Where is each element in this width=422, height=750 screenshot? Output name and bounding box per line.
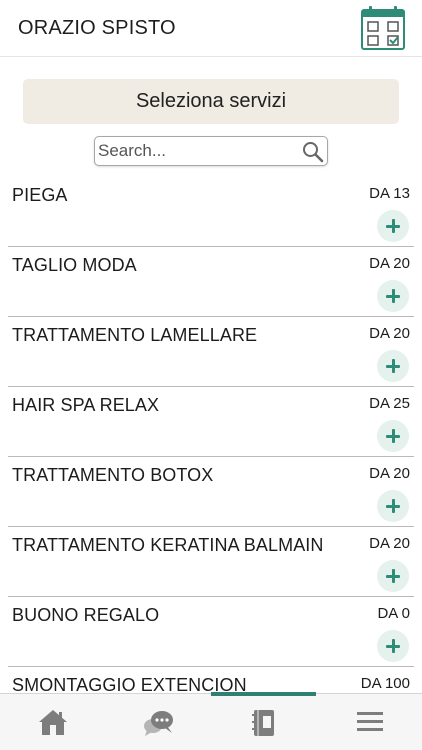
calendar-check-icon	[361, 6, 405, 50]
add-service-button[interactable]	[377, 350, 409, 382]
service-price: DA 20	[369, 535, 410, 552]
service-row[interactable]: HAIR SPA RELAX DA 25	[0, 387, 422, 457]
service-row[interactable]: SMONTAGGIO EXTENCION DA 100	[0, 667, 422, 693]
tab-bookings[interactable]	[211, 694, 316, 750]
add-service-button[interactable]	[377, 420, 409, 452]
service-row[interactable]: PIEGA DA 13	[0, 177, 422, 247]
service-name: TRATTAMENTO BOTOX	[12, 465, 214, 485]
bottom-tab-bar	[0, 692, 422, 750]
app-header: ORAZIO SPISTO	[0, 0, 422, 57]
service-name: PIEGA	[12, 185, 68, 205]
tab-home[interactable]	[0, 694, 105, 750]
add-service-button[interactable]	[377, 280, 409, 312]
service-price: DA 20	[369, 255, 410, 272]
service-row[interactable]: BUONO REGALO DA 0	[0, 597, 422, 667]
service-price: DA 0	[377, 605, 410, 622]
service-name: BUONO REGALO	[12, 605, 160, 625]
page-title: ORAZIO SPISTO	[18, 17, 176, 39]
add-service-button[interactable]	[377, 210, 409, 242]
select-services-button[interactable]: Seleziona servizi	[23, 79, 399, 124]
service-name: TRATTAMENTO LAMELLARE	[12, 325, 258, 345]
service-name: TRATTAMENTO KERATINA BALMAIN	[12, 535, 324, 555]
service-row[interactable]: TRATTAMENTO KERATINA BALMAIN DA 20	[0, 527, 422, 597]
tab-chat[interactable]	[105, 694, 210, 750]
service-name: SMONTAGGIO EXTENCION	[12, 675, 247, 693]
booking-book-icon	[252, 710, 274, 736]
add-service-button[interactable]	[377, 560, 409, 592]
add-service-button[interactable]	[377, 490, 409, 522]
service-name: TAGLIO MODA	[12, 255, 137, 275]
search-box[interactable]	[94, 136, 328, 166]
service-price: DA 25	[369, 395, 410, 412]
home-icon	[39, 710, 67, 735]
tab-menu[interactable]	[317, 694, 422, 750]
service-price: DA 20	[369, 325, 410, 342]
search-input[interactable]	[98, 139, 298, 163]
service-row[interactable]: TRATTAMENTO BOTOX DA 20	[0, 457, 422, 527]
service-name: HAIR SPA RELAX	[12, 395, 160, 415]
service-row[interactable]: TRATTAMENTO LAMELLARE DA 20	[0, 317, 422, 387]
service-price: DA 20	[369, 465, 410, 482]
main-content[interactable]: Seleziona servizi PIEGA DA 13 TAGLIO MOD…	[0, 57, 422, 693]
service-price: DA 13	[369, 185, 410, 202]
service-list: PIEGA DA 13 TAGLIO MODA DA 20 TRATTAMENT…	[0, 177, 422, 693]
add-service-button[interactable]	[377, 630, 409, 662]
service-row[interactable]: TAGLIO MODA DA 20	[0, 247, 422, 317]
search-icon[interactable]	[302, 141, 324, 163]
calendar-button[interactable]	[360, 5, 406, 51]
service-price: DA 100	[360, 675, 410, 692]
chat-icon	[144, 711, 173, 736]
menu-icon	[357, 712, 383, 731]
